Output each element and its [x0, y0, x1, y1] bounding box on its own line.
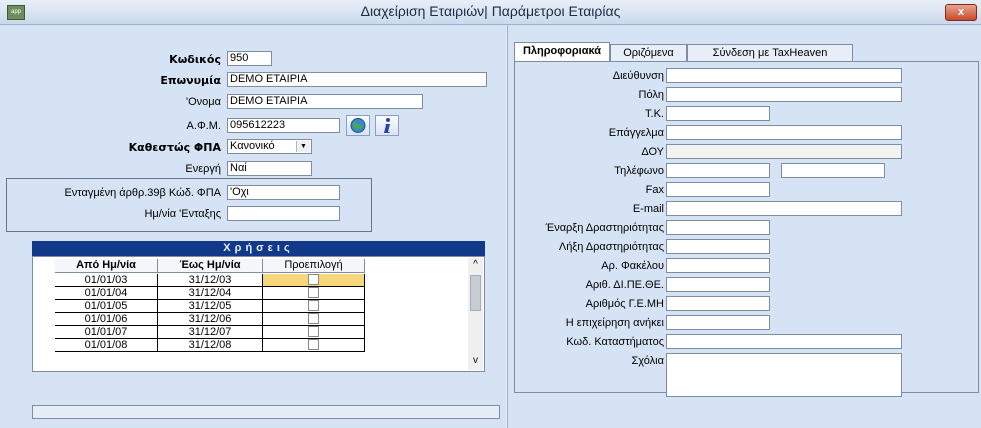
vat-status-label: Καθεστώς ΦΠΑ	[128, 141, 221, 154]
zip-label: Τ.Κ.	[645, 108, 664, 120]
usages-table[interactable]: Από Ημ/νία Έως Ημ/νία Προεπιλογή 01/01/0…	[32, 256, 485, 372]
table-scrollbar[interactable]: ^ v	[468, 258, 483, 370]
integration-date-field[interactable]	[227, 206, 340, 221]
usages-header: Χρήσεις	[32, 241, 485, 256]
belongs-label: Η επιχείρηση ανήκει	[565, 317, 664, 329]
start-field[interactable]	[666, 220, 770, 235]
fax-label: Fax	[645, 184, 664, 196]
chevron-down-icon[interactable]: ▼	[296, 141, 310, 152]
end-label: Λήξη Δραστηριότητας	[558, 241, 664, 253]
default-checkbox[interactable]	[308, 313, 319, 324]
to-cell[interactable]: 31/12/03	[158, 274, 263, 287]
to-cell[interactable]: 31/12/07	[158, 326, 263, 339]
start-label: Έναρξη Δραστηριότητας	[545, 222, 664, 234]
code-field[interactable]: 950	[227, 51, 272, 66]
default-checkbox[interactable]	[308, 339, 319, 350]
fax-field[interactable]	[666, 182, 770, 197]
col-header-default[interactable]: Προεπιλογή	[263, 259, 365, 273]
default-cell[interactable]	[263, 339, 365, 352]
title-bar: app Διαχείριση Εταιριών| Παράμετροι Εται…	[0, 0, 981, 25]
short-name-field[interactable]: DEMO ΕΤΑΙΡΙΑ	[227, 94, 423, 109]
default-checkbox[interactable]	[308, 326, 319, 337]
info-icon	[384, 118, 390, 133]
code-label: Κωδικός	[169, 53, 221, 66]
default-cell[interactable]	[263, 300, 365, 313]
profession-field[interactable]	[666, 125, 902, 140]
phone-field[interactable]	[666, 163, 770, 178]
dipethe-field[interactable]	[666, 277, 770, 292]
belongs-field[interactable]	[666, 315, 770, 330]
folder-field[interactable]	[666, 258, 770, 273]
active-label: Ενεργή	[185, 163, 221, 175]
afm-label: Α.Φ.Μ.	[186, 120, 221, 132]
dipethe-label: Αριθ. ΔΙ.ΠΕ.ΘΕ.	[585, 279, 664, 291]
default-checkbox[interactable]	[308, 300, 319, 311]
active-field[interactable]: Ναί	[227, 161, 312, 176]
scroll-down-arrow[interactable]: v	[468, 354, 483, 368]
phone2-field[interactable]	[781, 163, 885, 178]
integrated-field[interactable]: 'Οχι	[227, 185, 340, 200]
from-cell[interactable]: 01/01/04	[55, 287, 158, 300]
default-cell[interactable]	[263, 313, 365, 326]
tab-custom[interactable]: Οριζόμενα	[610, 44, 687, 61]
default-checkbox[interactable]	[308, 274, 319, 285]
vat-status-select[interactable]: Κανονικό ▼	[227, 139, 312, 154]
default-cell[interactable]	[263, 287, 365, 300]
folder-label: Αρ. Φακέλου	[601, 260, 664, 272]
default-checkbox[interactable]	[308, 287, 319, 298]
scroll-up-arrow[interactable]: ^	[468, 258, 483, 272]
to-cell[interactable]: 31/12/05	[158, 300, 263, 313]
to-cell[interactable]: 31/12/06	[158, 313, 263, 326]
default-cell[interactable]	[263, 274, 365, 287]
from-cell[interactable]: 01/01/06	[55, 313, 158, 326]
address-label: Διεύθυνση	[612, 70, 664, 82]
from-cell[interactable]: 01/01/07	[55, 326, 158, 339]
scroll-thumb[interactable]	[470, 275, 481, 311]
city-label: Πόλη	[638, 89, 664, 101]
address-field[interactable]	[666, 68, 902, 83]
default-cell[interactable]	[263, 326, 365, 339]
from-cell[interactable]: 01/01/03	[55, 274, 158, 287]
to-cell[interactable]: 31/12/08	[158, 339, 263, 352]
gemh-field[interactable]	[666, 296, 770, 311]
end-field[interactable]	[666, 239, 770, 254]
integration-date-label: Ημ/νία 'Ενταξης	[144, 208, 221, 220]
name-field[interactable]: DEMO ΕΤΑΙΡΙΑ	[227, 72, 487, 87]
integrated-label: Ενταγμένη άρθρ.39β Κώδ. ΦΠΑ	[64, 187, 221, 199]
status-bar	[32, 405, 500, 419]
comments-label: Σχόλια	[631, 355, 665, 367]
close-button[interactable]: x	[945, 4, 977, 21]
profession-label: Επάγγελμα	[608, 127, 664, 139]
comments-textarea[interactable]	[666, 353, 902, 397]
info-button[interactable]	[375, 115, 399, 136]
tab-taxheaven[interactable]: Σύνδεση με TaxHeaven	[687, 44, 853, 61]
gemh-label: Αριθμός Γ.Ε.ΜΗ	[585, 298, 664, 310]
to-cell[interactable]: 31/12/04	[158, 287, 263, 300]
doy-field[interactable]	[666, 144, 902, 159]
from-cell[interactable]: 01/01/08	[55, 339, 158, 352]
vat-status-value: Κανονικό	[230, 140, 275, 152]
phone-label: Τηλέφωνο	[614, 165, 664, 177]
afm-field[interactable]: 095612223	[227, 118, 340, 133]
store-code-label: Κωδ. Καταστήματος	[566, 336, 664, 348]
name-label: Επωνυμία	[160, 74, 221, 87]
email-label: E-mail	[632, 203, 664, 215]
zip-field[interactable]	[666, 106, 770, 121]
short-name-label: 'Ονομα	[186, 96, 221, 108]
col-header-from[interactable]: Από Ημ/νία	[55, 259, 158, 273]
window-title: Διαχείριση Εταιριών| Παράμετροι Εταιρίας	[360, 3, 621, 19]
store-code-field[interactable]	[666, 334, 902, 349]
col-header-to[interactable]: Έως Ημ/νία	[158, 259, 263, 273]
doy-label: ΔΟΥ	[641, 146, 664, 158]
globe-icon	[350, 118, 366, 133]
from-cell[interactable]: 01/01/05	[55, 300, 158, 313]
tab-info[interactable]: Πληροφοριακά	[514, 42, 610, 61]
email-field[interactable]	[666, 201, 902, 216]
city-field[interactable]	[666, 87, 902, 102]
globe-button[interactable]	[346, 115, 370, 136]
